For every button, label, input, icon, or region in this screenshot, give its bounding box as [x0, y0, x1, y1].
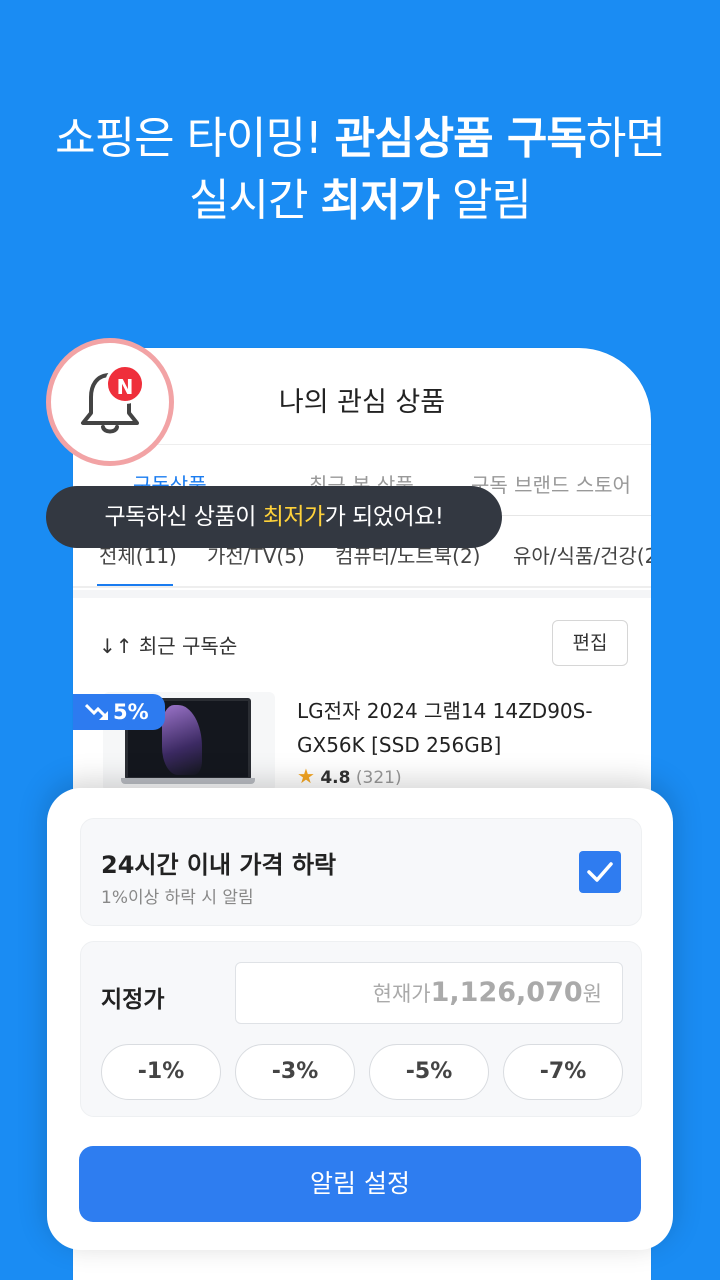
set-alert-button[interactable]: 알림 설정 [79, 1146, 641, 1222]
headline-text: 알림 [438, 175, 532, 226]
sort-label: 최근 구독순 [138, 634, 238, 658]
headline-bold: 최저가 [320, 175, 440, 226]
price-drop-icon [85, 703, 109, 720]
target-price-label: 지정가 [101, 987, 165, 1013]
price-prefix: 현재가 [372, 982, 431, 1006]
headline-text: 쇼핑은 타이밍! [55, 113, 335, 164]
divider [73, 590, 651, 598]
price-drop-option[interactable]: 24시간 이내 가격 하락 1%이상 하락 시 알림 [80, 818, 642, 926]
tab-brand-store[interactable]: 구독 브랜드 스토어 [471, 469, 631, 498]
product-rating: ★ 4.8 (321) [297, 764, 402, 788]
percent-button-7[interactable]: -7% [503, 1044, 623, 1100]
headline-line-1: 쇼핑은 타이밍! 관심상품 구독하면 [0, 108, 720, 170]
tooltip-highlight: 최저가 [262, 504, 325, 530]
sort-selector[interactable]: ↓↑ 최근 구독순 [99, 630, 237, 659]
headline-text: 실시간 [189, 175, 321, 226]
option-title: 24시간 이내 가격 하락 [101, 851, 337, 879]
price-alert-sheet: 24시간 이내 가격 하락 1%이상 하락 시 알림 지정가 현재가1,126,… [47, 788, 673, 1250]
review-count: (321) [355, 768, 402, 788]
active-filter-indicator [97, 584, 173, 586]
headline-line-2: 실시간 최저가 알림 [0, 170, 720, 232]
product-name[interactable]: LG전자 2024 그램14 14ZD90S-GX56K [SSD 256GB] [297, 694, 617, 762]
notification-bell [46, 338, 174, 466]
percent-button-3[interactable]: -3% [235, 1044, 355, 1100]
filter-baby-food-health[interactable]: 유아/식품/건강(2) [513, 540, 651, 569]
price-drop-checkbox[interactable] [579, 851, 621, 893]
percent-button-5[interactable]: -5% [369, 1044, 489, 1100]
discount-badge: 5% [73, 694, 165, 730]
new-badge: N [105, 364, 145, 404]
sort-icon: ↓↑ [99, 634, 133, 658]
check-icon [587, 862, 613, 882]
option-subtitle: 1%이상 하락 시 알림 [101, 888, 254, 908]
rating-value: 4.8 [320, 768, 351, 788]
tooltip-text: 구독하신 상품이 [104, 504, 263, 530]
edit-button[interactable]: 편집 [552, 620, 628, 666]
headline-bold: 관심상품 구독 [334, 113, 587, 164]
target-price-section: 지정가 현재가1,126,070원 -1% -3% -5% -7% [80, 941, 642, 1117]
target-price-input[interactable]: 현재가1,126,070원 [235, 962, 623, 1024]
star-icon: ★ [297, 764, 315, 788]
headline-text: 하면 [585, 113, 666, 164]
laptop-base [121, 778, 255, 784]
current-price: 1,126,070 [430, 977, 583, 1008]
price-unit: 원 [582, 982, 602, 1006]
discount-value: 5% [113, 700, 149, 724]
tooltip-text: 가 되었어요! [324, 504, 444, 530]
promo-headline: 쇼핑은 타이밍! 관심상품 구독하면 실시간 최저가 알림 [0, 108, 720, 232]
lowest-price-tooltip: 구독하신 상품이 최저가가 되었어요! [46, 486, 502, 548]
percent-button-1[interactable]: -1% [101, 1044, 221, 1100]
